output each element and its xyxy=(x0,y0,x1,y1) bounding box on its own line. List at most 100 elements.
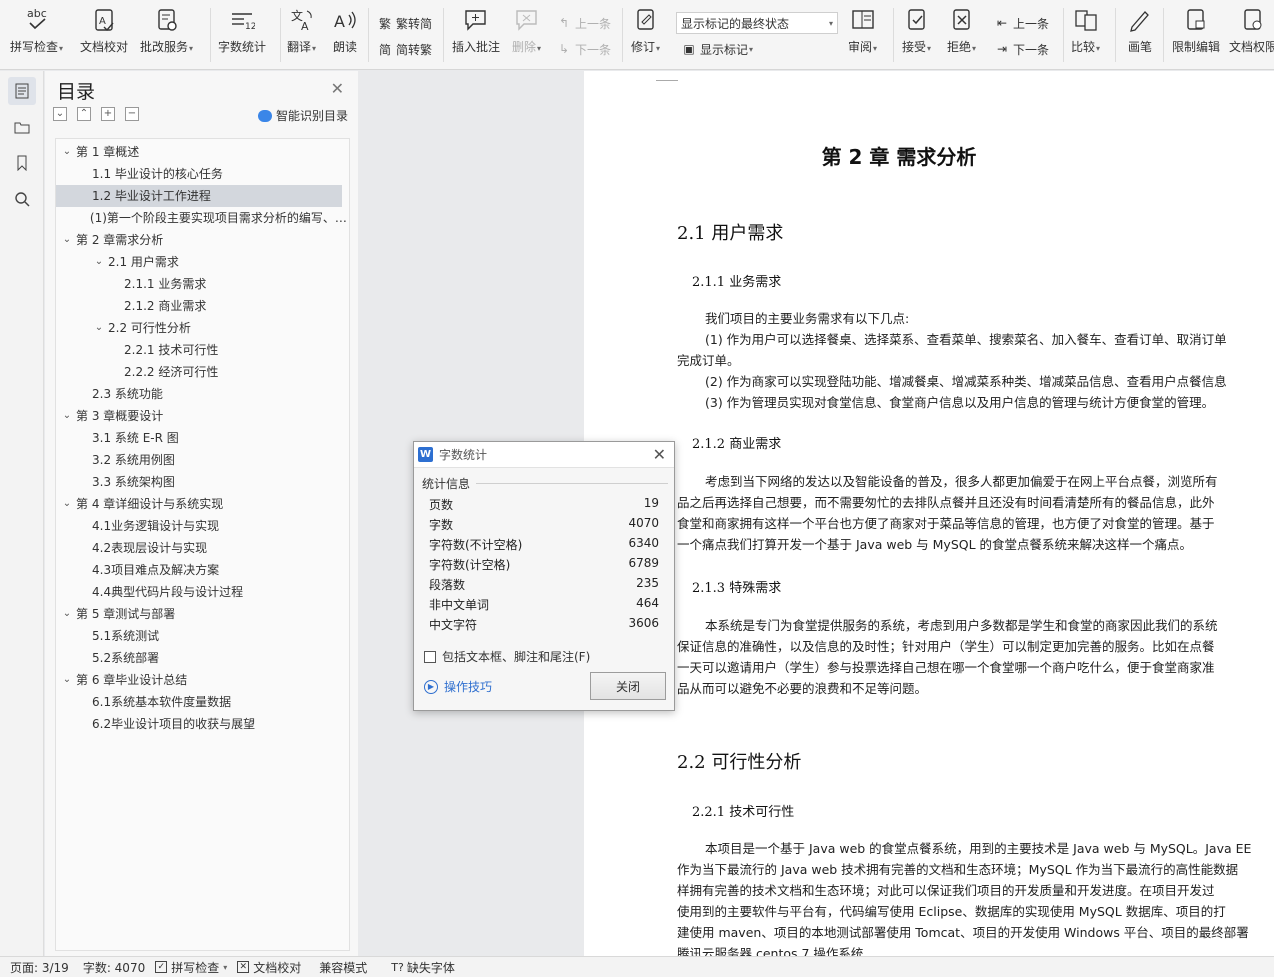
chevron-down-icon[interactable]: ⌄ xyxy=(60,141,74,163)
accept-button[interactable]: 接受▾ xyxy=(902,4,931,56)
revise-button[interactable]: 修订▾ xyxy=(631,4,660,56)
spellcheck-button[interactable]: abc 拼写检查▾ xyxy=(10,4,63,56)
smart-toc-button[interactable]: 智能识别目录 xyxy=(257,107,348,124)
prev-change-button[interactable]: ⇤ 上一条 xyxy=(994,14,1049,32)
proofread-button[interactable]: A 文档校对 xyxy=(80,4,128,54)
chevron-down-icon[interactable]: ⌄ xyxy=(60,405,74,427)
collapse-up-icon[interactable]: ⌃ xyxy=(77,107,91,121)
bookmark-nav-button[interactable] xyxy=(8,149,36,177)
simp-to-trad-button[interactable]: 简简转繁 xyxy=(377,40,432,58)
remove-level-icon[interactable]: − xyxy=(125,107,139,121)
toc-item[interactable]: ⌄ 第 3 章概要设计 xyxy=(56,405,349,427)
search-nav-button[interactable] xyxy=(8,185,36,213)
document-page[interactable]: 第 2 章 需求分析 2.1 用户需求 2.1.1 业务需求 我们项目的主要业务… xyxy=(584,71,1274,956)
stat-label: 字数 xyxy=(429,518,454,532)
compat-mode[interactable]: 兼容模式 xyxy=(319,959,367,976)
spellcheck-icon: abc xyxy=(23,4,51,36)
show-markup-button[interactable]: ▣ 显示标记 ▾ xyxy=(681,40,753,58)
include-textbox-checkbox[interactable]: 包括文本框、脚注和尾注(F) xyxy=(424,648,590,665)
toc-item[interactable]: ⌄ 第 6 章毕业设计总结 xyxy=(56,669,349,691)
toc-item[interactable]: 2.1.1 业务需求 xyxy=(56,273,349,295)
chevron-down-icon[interactable]: ⌄ xyxy=(60,669,74,691)
toc-item[interactable]: ⌄ 2.1 用户需求 xyxy=(56,251,349,273)
toc-item[interactable]: 6.2毕业设计项目的收获与展望 xyxy=(56,713,349,735)
toc-item[interactable]: ⌄ 第 1 章概述 xyxy=(56,141,349,163)
toc-item[interactable]: 2.2.1 技术可行性 xyxy=(56,339,349,361)
toc-item[interactable]: 2.2.2 经济可行性 xyxy=(56,361,349,383)
missing-font-status[interactable]: T? 缺失字体 xyxy=(391,959,455,976)
toc-item[interactable]: 4.1业务逻辑设计与实现 xyxy=(56,515,349,537)
review-service-button[interactable]: 批改服务▾ xyxy=(140,4,193,56)
toc-item[interactable]: 4.4典型代码片段与设计过程 xyxy=(56,581,349,603)
toc-item-label: 5.2系统部署 xyxy=(92,651,160,665)
word-count-indicator[interactable]: 字数: 4070 xyxy=(83,959,145,976)
toc-item[interactable]: ⌄ 第 4 章详细设计与系统实现 xyxy=(56,493,349,515)
compare-button[interactable]: 比较▾ xyxy=(1071,4,1100,56)
add-level-icon[interactable]: + xyxy=(101,107,115,121)
delete-comment-icon xyxy=(513,4,541,36)
toc-item[interactable]: ⌄ 第 5 章测试与部署 xyxy=(56,603,349,625)
toc-item[interactable]: 4.3项目难点及解决方案 xyxy=(56,559,349,581)
prev-comment-button[interactable]: ↰ 上一条 xyxy=(556,14,611,32)
review-pane-button[interactable]: 审阅▾ xyxy=(848,4,877,56)
toc-nav-button[interactable] xyxy=(8,77,36,105)
heading-2-1-2: 2.1.2 商业需求 xyxy=(692,437,782,452)
toc-item-label: 第 2 章需求分析 xyxy=(76,233,164,247)
paragraph: 保证信息的准确性，以及信息的及时性；针对用户（学生）可以制定更加完善的服务。比如… xyxy=(677,639,1215,654)
expand-down-icon[interactable]: ⌄ xyxy=(53,107,67,121)
proofread-label: 文档校对 xyxy=(80,40,129,54)
spellcheck-status[interactable]: ✓ 拼写检查 ▾ xyxy=(155,959,227,976)
svg-text:abc: abc xyxy=(27,7,47,20)
page-indicator[interactable]: 页面: 3/19 xyxy=(10,959,69,976)
toc-item[interactable]: 5.1系统测试 xyxy=(56,625,349,647)
stat-value: 235 xyxy=(636,576,659,590)
close-icon[interactable]: ✕ xyxy=(653,445,666,464)
next-comment-icon: ↳ xyxy=(558,42,570,56)
toc-item[interactable]: 3.3 系统架构图 xyxy=(56,471,349,493)
svg-text:123: 123 xyxy=(245,22,255,32)
chevron-down-icon[interactable]: ⌄ xyxy=(60,603,74,625)
close-button[interactable]: 关闭 xyxy=(590,672,666,700)
read-aloud-button[interactable]: A 朗读 xyxy=(331,4,359,54)
toc-item[interactable]: ⌄ 2.2 可行性分析 xyxy=(56,317,349,339)
ink-button[interactable]: 画笔 xyxy=(1126,4,1154,54)
toc-item-label: 1.1 毕业设计的核心任务 xyxy=(92,167,223,181)
translate-button[interactable]: 文A 翻译▾ xyxy=(287,4,316,56)
toc-item[interactable]: 3.2 系统用例图 xyxy=(56,449,349,471)
chapter-nav-button[interactable] xyxy=(8,113,36,141)
toc-item[interactable]: 6.1系统基本软件度量数据 xyxy=(56,691,349,713)
insert-comment-button[interactable]: 插入批注 xyxy=(452,4,500,54)
toc-item[interactable]: 2.1.2 商业需求 xyxy=(56,295,349,317)
proofread-status[interactable]: ✕ 文档校对 xyxy=(237,959,301,976)
doc-rights-button[interactable]: 文档权限 xyxy=(1229,4,1274,54)
reject-button[interactable]: 拒绝▾ xyxy=(947,4,976,56)
close-icon[interactable]: ✕ xyxy=(331,79,344,98)
checkbox-box[interactable] xyxy=(424,650,436,663)
next-change-button[interactable]: ⇥ 下一条 xyxy=(994,40,1049,58)
chevron-down-icon[interactable]: ⌄ xyxy=(60,493,74,515)
toc-item[interactable]: 4.2表现层设计与实现 xyxy=(56,537,349,559)
doc-rights-icon xyxy=(1239,4,1267,36)
next-comment-button[interactable]: ↳ 下一条 xyxy=(556,40,611,58)
trad-to-simp-button[interactable]: 繁繁转简 xyxy=(377,14,432,32)
stats-section-header: 统计信息 xyxy=(422,475,668,492)
toc-item-label: 5.1系统测试 xyxy=(92,629,160,643)
tips-link[interactable]: ▶ 操作技巧 xyxy=(424,678,492,695)
delete-comment-button[interactable]: 删除▾ xyxy=(512,4,541,56)
word-count-button[interactable]: 123 字数统计 xyxy=(218,4,266,54)
toc-item[interactable]: 5.2系统部署 xyxy=(56,647,349,669)
word-count-icon: 123 xyxy=(228,4,256,36)
markup-state-select[interactable]: 显示标记的最终状态 ▾ xyxy=(676,12,838,34)
dialog-titlebar[interactable]: W 字数统计 xyxy=(414,442,674,468)
restrict-edit-button[interactable]: 限制编辑 xyxy=(1172,4,1220,54)
chevron-down-icon[interactable]: ⌄ xyxy=(60,229,74,251)
chevron-down-icon[interactable]: ⌄ xyxy=(92,317,106,339)
toc-item[interactable]: 1.2 毕业设计工作进程 xyxy=(56,185,342,207)
paragraph: 使用到的主要软件与平台有，代码编写使用 Eclipse、数据库的实现使用 MyS… xyxy=(677,904,1226,919)
toc-item[interactable]: 2.3 系统功能 xyxy=(56,383,349,405)
toc-item[interactable]: ⌄ 第 2 章需求分析 xyxy=(56,229,349,251)
chevron-down-icon[interactable]: ⌄ xyxy=(92,251,106,273)
toc-item[interactable]: 1.1 毕业设计的核心任务 xyxy=(56,163,349,185)
toc-item[interactable]: 3.1 系统 E-R 图 xyxy=(56,427,349,449)
toc-item[interactable]: (1)第一个阶段主要实现项目需求分析的编写、前期系统... xyxy=(56,207,349,229)
